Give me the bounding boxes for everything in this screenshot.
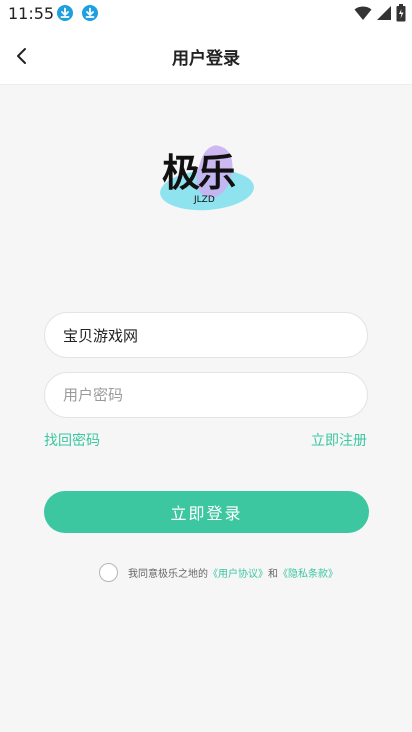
agreement-row: 我同意极乐之地的《用户协议》和《隐私条款》 <box>99 563 338 582</box>
register-link[interactable]: 立即注册 <box>311 430 367 450</box>
password-input[interactable] <box>61 385 367 405</box>
download-notification-icon <box>82 5 98 21</box>
app-logo: 极乐 JLZD <box>158 140 258 216</box>
login-button[interactable]: 立即登录 <box>44 491 369 533</box>
logo-subtitle: JLZD <box>194 195 215 205</box>
username-field[interactable] <box>44 312 368 358</box>
app-bar: 用户登录 <box>0 28 412 85</box>
download-notification-icon <box>57 5 73 21</box>
page-title: 用户登录 <box>172 49 240 69</box>
agreement-and: 和 <box>268 569 278 580</box>
username-input[interactable] <box>61 325 367 345</box>
status-time: 11:55 <box>8 4 55 23</box>
battery-icon <box>396 4 406 26</box>
status-icons <box>354 4 406 26</box>
status-bar: 11:55 <box>0 0 412 28</box>
user-agreement-link[interactable]: 《用户协议》 <box>208 569 268 580</box>
wifi-icon <box>354 5 372 25</box>
logo-text: 极乐 <box>162 151 236 195</box>
agreement-prefix: 我同意极乐之地的 <box>128 569 208 580</box>
forgot-password-link[interactable]: 找回密码 <box>44 430 100 450</box>
password-field[interactable] <box>44 372 368 418</box>
signal-icon <box>376 5 392 25</box>
agreement-text: 我同意极乐之地的《用户协议》和《隐私条款》 <box>128 565 338 580</box>
privacy-policy-link[interactable]: 《隐私条款》 <box>278 569 338 580</box>
agree-checkbox[interactable] <box>99 563 118 582</box>
